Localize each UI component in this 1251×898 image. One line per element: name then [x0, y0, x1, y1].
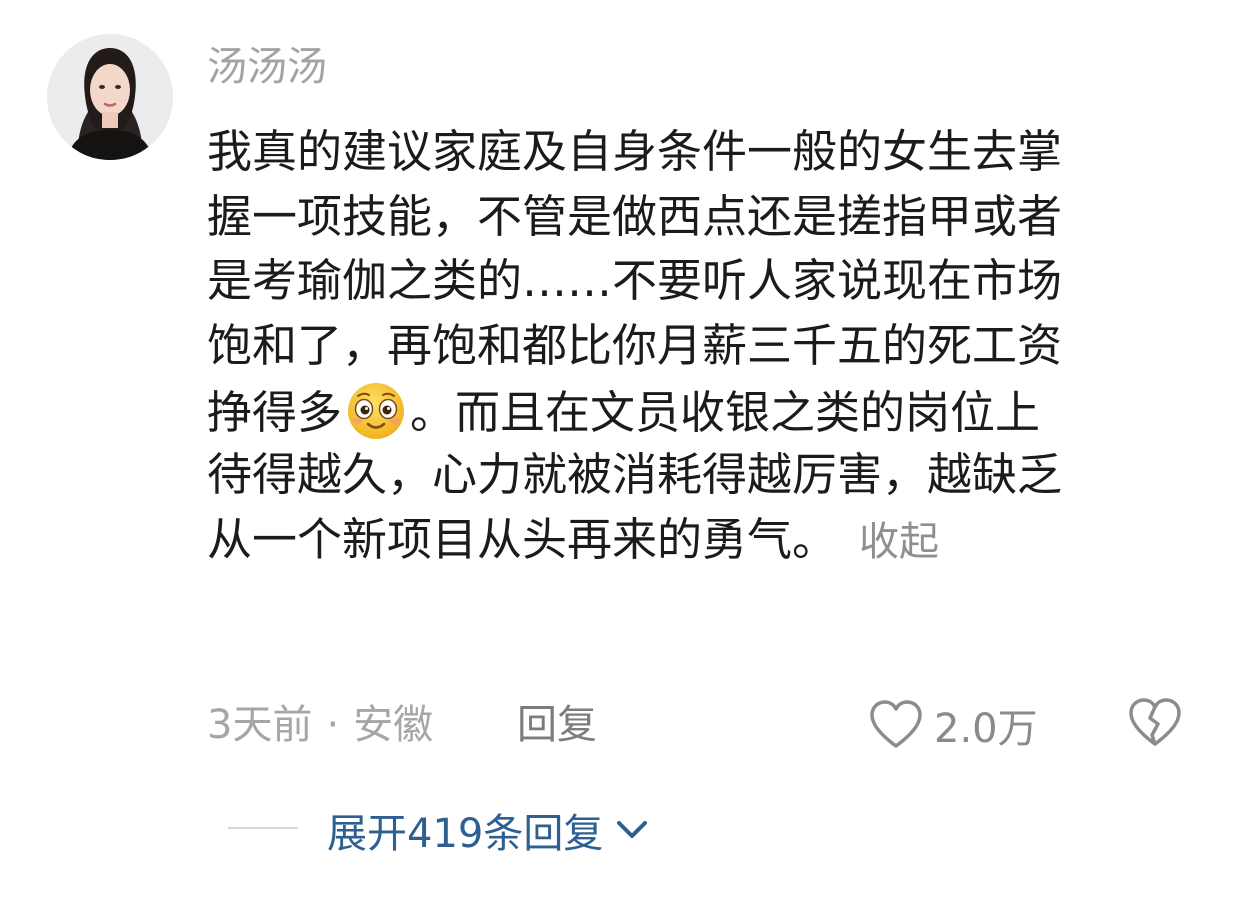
reply-divider: [228, 827, 298, 829]
reply-button[interactable]: 回复: [517, 700, 597, 750]
broken-heart-icon: [1129, 698, 1181, 746]
like-button[interactable]: 2.0万: [868, 696, 1038, 754]
comment-line: 握一项技能，不管是做西点还是搓指甲或者: [207, 189, 1063, 243]
comment-line-segment: 。而且在文员收银之类的岗位上: [410, 386, 1041, 440]
expand-replies-button[interactable]: 展开419条回复: [327, 803, 649, 857]
smiling-face-emoji-icon: [342, 378, 410, 442]
comment-text: 我真的建议家庭及自身条件一般的女生去掌 握一项技能，不管是做西点还是搓指甲或者 …: [207, 120, 1207, 572]
username[interactable]: 汤汤汤: [207, 42, 327, 92]
comment-line: 待得越久，心力就被消耗得越厉害，越缺乏: [207, 447, 1063, 501]
chevron-down-icon: [617, 821, 648, 838]
expand-replies-label: 展开419条回复: [327, 811, 604, 857]
dislike-button[interactable]: [1127, 697, 1183, 749]
timestamp: 3天前: [207, 702, 313, 748]
comment-line: 我真的建议家庭及自身条件一般的女生去掌: [207, 125, 1063, 178]
comment-line: 是考瑜伽之类的……不要听人家说现在市场: [207, 254, 1063, 308]
collapse-button[interactable]: 收起: [859, 519, 939, 565]
comment-line-segment: 从一个新项目从头再来的勇气。: [207, 512, 838, 566]
comment-line: 从一个新项目从头再来的勇气。 收起: [207, 508, 1207, 573]
like-count: 2.0万: [934, 706, 1038, 752]
location: 安徽: [353, 702, 434, 748]
comment-line: 饱和了，再饱和都比你月薪三千五的死工资: [207, 318, 1063, 372]
avatar[interactable]: [47, 34, 173, 160]
comment-line: 挣得多 。而且在文员收银之类的岗位上: [207, 378, 1207, 443]
meta-separator: ·: [326, 702, 340, 748]
avatar-image: [47, 34, 173, 160]
comment-meta: 3天前 · 安徽: [207, 700, 433, 750]
heart-icon: [870, 700, 922, 748]
comment-line-segment: 挣得多: [207, 386, 343, 440]
